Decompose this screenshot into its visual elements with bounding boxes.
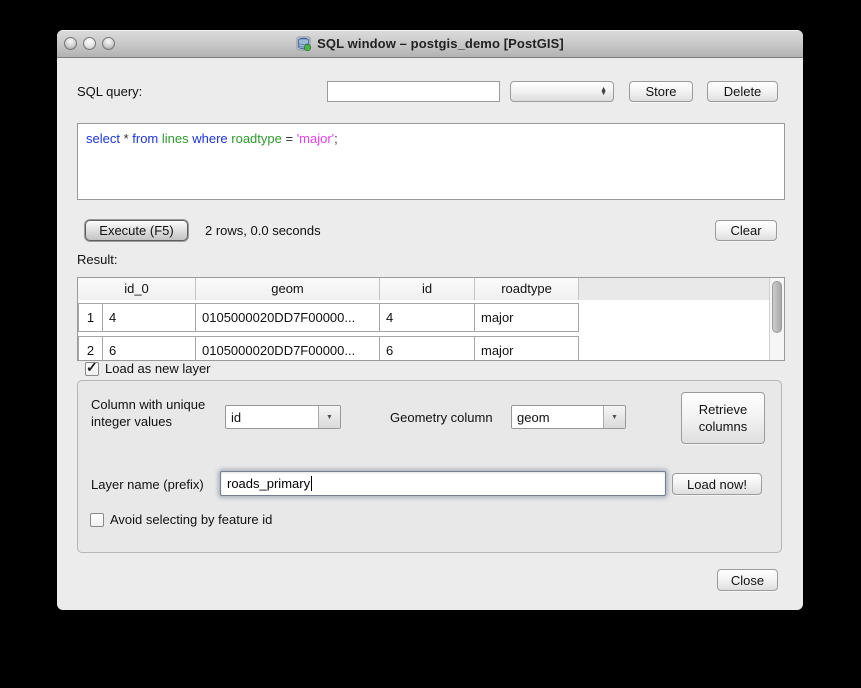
clear-button[interactable]: Clear — [715, 220, 777, 241]
sql-query-label: SQL query: — [77, 84, 142, 99]
execute-button[interactable]: Execute (F5) — [85, 220, 188, 241]
zoom-window-icon[interactable] — [102, 37, 115, 50]
sql-token: roadtype — [231, 131, 285, 146]
layer-name-value: roads_primary — [227, 476, 310, 491]
chevron-down-icon[interactable]: ▼ — [318, 406, 340, 428]
unique-column-combobox[interactable]: id ▼ — [225, 405, 341, 429]
traffic-lights — [64, 37, 115, 50]
column-header-geom[interactable]: geom — [196, 278, 380, 300]
sql-window: SQL window – postgis_demo [PostGIS] SQL … — [57, 30, 803, 610]
avoid-feature-id-label: Avoid selecting by feature id — [110, 512, 272, 527]
sql-token: lines — [162, 131, 192, 146]
delete-button[interactable]: Delete — [707, 81, 778, 102]
chevron-down-icon[interactable]: ▼ — [603, 406, 625, 428]
minimize-window-icon[interactable] — [83, 37, 96, 50]
sql-token: ; — [334, 131, 338, 146]
layer-name-label: Layer name (prefix) — [91, 477, 204, 492]
unique-column-value: id — [226, 410, 318, 425]
checkmark-icon: ✓ — [86, 359, 98, 376]
sql-token: * — [124, 131, 133, 146]
scrollbar-thumb[interactable] — [772, 281, 782, 333]
table-row[interactable]: 2 6 0105000020DD7F00000... 6 major — [78, 336, 769, 361]
sql-token: where — [192, 131, 231, 146]
cell-id[interactable]: 4 — [379, 303, 475, 332]
store-button[interactable]: Store — [629, 81, 693, 102]
geometry-column-label: Geometry column — [390, 410, 493, 425]
row-number[interactable]: 1 — [78, 303, 103, 332]
load-as-new-layer-checkbox[interactable]: ✓ — [85, 362, 99, 376]
cell-id0[interactable]: 6 — [102, 336, 196, 361]
load-as-new-layer-label: Load as new layer — [105, 361, 211, 376]
unique-column-label: Column with unique integer values — [91, 396, 227, 430]
cell-roadtype[interactable]: major — [474, 303, 579, 332]
result-table-body: 1 4 0105000020DD7F00000... 4 major 2 6 0… — [78, 300, 769, 360]
result-table: id_0 geom id roadtype 1 4 0105000020DD7F… — [77, 277, 785, 361]
sql-token: = — [285, 131, 296, 146]
row-number[interactable]: 2 — [78, 336, 103, 361]
load-now-button[interactable]: Load now! — [672, 473, 762, 495]
column-header-roadtype[interactable]: roadtype — [475, 278, 579, 300]
query-status-text: 2 rows, 0.0 seconds — [205, 223, 321, 238]
geometry-column-value: geom — [512, 410, 603, 425]
close-button[interactable]: Close — [717, 569, 778, 591]
retrieve-columns-button[interactable]: Retrieve columns — [681, 392, 765, 444]
cell-id0[interactable]: 4 — [102, 303, 196, 332]
cell-roadtype[interactable]: major — [474, 336, 579, 361]
result-label: Result: — [77, 252, 117, 267]
column-header-id0[interactable]: id_0 — [78, 278, 196, 300]
sql-editor[interactable]: select * from lines where roadtype = 'ma… — [77, 123, 785, 200]
table-vertical-scrollbar[interactable] — [769, 278, 784, 360]
sql-token: from — [132, 131, 162, 146]
table-row[interactable]: 1 4 0105000020DD7F00000... 4 major — [78, 303, 769, 332]
title-bar[interactable]: SQL window – postgis_demo [PostGIS] — [57, 30, 803, 58]
sql-token: 'major' — [297, 131, 334, 146]
column-header-filler — [579, 278, 784, 300]
result-table-header: id_0 geom id roadtype — [78, 278, 784, 301]
dropdown-stepper-icon: ▲▼ — [600, 88, 607, 96]
cell-geom[interactable]: 0105000020DD7F00000... — [195, 336, 380, 361]
stored-query-dropdown[interactable]: ▲▼ — [510, 81, 614, 102]
postgis-database-icon — [296, 36, 312, 52]
column-header-id[interactable]: id — [380, 278, 475, 300]
text-cursor — [311, 476, 312, 491]
window-title: SQL window – postgis_demo [PostGIS] — [317, 36, 564, 51]
geometry-column-combobox[interactable]: geom ▼ — [511, 405, 626, 429]
avoid-feature-id-checkbox[interactable] — [90, 513, 104, 527]
query-name-input[interactable] — [327, 81, 500, 102]
layer-name-input[interactable]: roads_primary — [220, 471, 666, 496]
sql-token: select — [86, 131, 124, 146]
cell-geom[interactable]: 0105000020DD7F00000... — [195, 303, 380, 332]
cell-id[interactable]: 6 — [379, 336, 475, 361]
close-window-icon[interactable] — [64, 37, 77, 50]
